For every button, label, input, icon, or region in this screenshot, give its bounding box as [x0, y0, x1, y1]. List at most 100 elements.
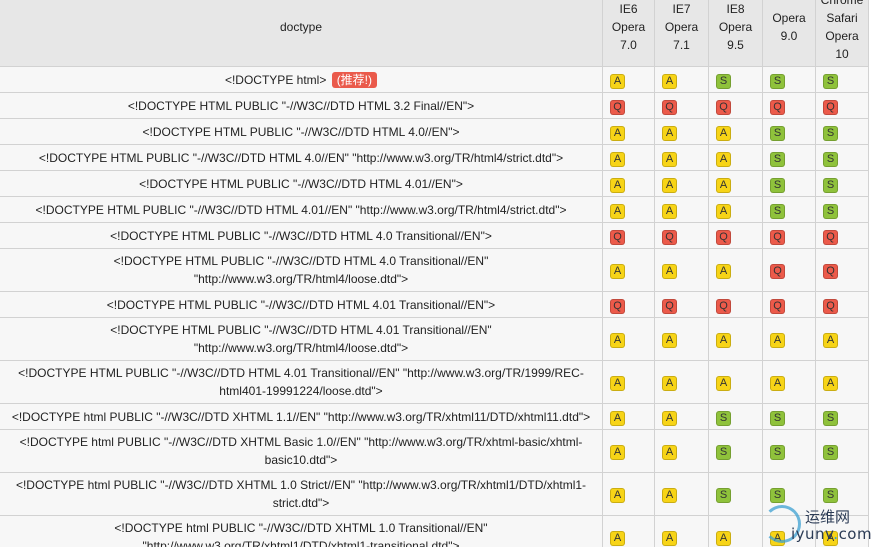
browser-column-header: Opera 9.0 — [762, 0, 816, 67]
mode-cell: A — [654, 170, 709, 197]
mode-cell: A — [762, 317, 816, 361]
mode-cell: A — [708, 248, 763, 292]
mode-cell: A — [602, 429, 655, 473]
doctype-text: <!DOCTYPE HTML PUBLIC "-//W3C//DTD HTML … — [127, 98, 475, 113]
mode-badge-s: S — [823, 445, 838, 460]
mode-cell: Q — [815, 248, 869, 292]
browser-top-label: IE8 — [726, 1, 745, 16]
doctype-cell: <!DOCTYPE HTML PUBLIC "-//W3C//DTD HTML … — [0, 196, 603, 223]
table-body: <!DOCTYPE html> (推荐!) A A S S S <!DOCTYPE HTML… — [0, 66, 869, 547]
mode-badge-s: S — [823, 488, 838, 503]
doctype-text: <!DOCTYPE html PUBLIC "-//W3C//DTD XHTML… — [11, 409, 591, 424]
mode-cell: A — [602, 196, 655, 223]
doctype-text-line: "http://www.w3.org/TR/html4/loose.dtd"> — [193, 272, 409, 286]
watermark-title: 运维网 — [805, 508, 851, 526]
mode-cell: S — [815, 66, 869, 93]
doctype-column-header: doctype — [0, 0, 603, 67]
doctype-text: <!DOCTYPE html> — [224, 72, 327, 87]
table-row: <!DOCTYPE HTML PUBLIC "-//W3C//DTD HTML … — [0, 248, 869, 292]
mode-cell: A — [654, 248, 709, 292]
mode-badge-s: S — [823, 151, 838, 167]
mode-cell: A — [602, 472, 655, 516]
doctype-cell: <!DOCTYPE html PUBLIC "-//W3C//DTD XHTML… — [0, 515, 603, 547]
mode-cell: A — [708, 317, 763, 361]
mode-badge-a: A — [662, 531, 677, 546]
doctype-text-line: "http://www.w3.org/TR/xhtml1/DTD/xhtml1-… — [142, 539, 460, 547]
mode-cell: A — [708, 360, 763, 404]
mode-cell: A — [602, 170, 655, 197]
mode-badge-a: A — [662, 410, 677, 426]
mode-badge-s: S — [716, 73, 731, 89]
browser-line1: Opera — [772, 10, 806, 25]
mode-cell: Q — [762, 222, 816, 249]
mode-badge-q: Q — [770, 229, 785, 245]
mode-badge-s: S — [770, 445, 785, 460]
browser-column-header: IE6 Opera 7.0 — [602, 0, 655, 67]
mode-cell: A — [654, 144, 709, 171]
doctype-text-line: <!DOCTYPE HTML PUBLIC "-//W3C//DTD HTML … — [18, 366, 584, 380]
mode-badge-q: Q — [662, 229, 677, 245]
mode-cell: A — [654, 403, 709, 430]
mode-cell: Q — [602, 92, 655, 119]
mode-badge-q: Q — [770, 298, 785, 314]
table-row: <!DOCTYPE html PUBLIC "-//W3C//DTD XHTML… — [0, 403, 869, 430]
table-row: <!DOCTYPE HTML PUBLIC "-//W3C//DTD HTML … — [0, 360, 869, 404]
header-row: doctype IE6 Opera 7.0 IE7 Opera 7.1 IE8 … — [0, 0, 869, 67]
mode-cell: A — [708, 196, 763, 223]
mode-badge-q: Q — [823, 298, 838, 314]
browser-top-label: IE6 — [619, 1, 638, 16]
mode-badge-s: S — [770, 488, 785, 503]
browser-column-header: Chrome Safari Opera 10 — [815, 0, 869, 67]
mode-badge-a: A — [662, 151, 677, 167]
mode-cell: Q — [654, 291, 709, 318]
browser-top-label: Chrome — [816, 0, 868, 9]
mode-cell: S — [762, 403, 816, 430]
mode-cell: A — [708, 144, 763, 171]
mode-badge-a: A — [610, 410, 625, 426]
mode-badge-q: Q — [716, 229, 731, 245]
mode-badge-s: S — [770, 151, 785, 167]
doctype-text-line: "http://www.w3.org/TR/html4/loose.dtd"> — [193, 341, 409, 355]
mode-cell: Q — [708, 222, 763, 249]
doctype-cell: <!DOCTYPE html PUBLIC "-//W3C//DTD XHTML… — [0, 403, 603, 430]
doctype-compat-page: doctype IE6 Opera 7.0 IE7 Opera 7.1 IE8 … — [0, 0, 877, 547]
mode-cell: Q — [762, 248, 816, 292]
watermark-domain: iyunv.com — [791, 525, 872, 543]
mode-cell: A — [762, 360, 816, 404]
mode-cell: A — [602, 248, 655, 292]
mode-cell: A — [602, 317, 655, 361]
mode-badge-s: S — [823, 410, 838, 426]
browser-line1: Opera — [718, 19, 753, 34]
mode-cell: S — [762, 196, 816, 223]
browser-line2: 9.0 — [780, 28, 798, 43]
mode-cell: S — [762, 144, 816, 171]
browser-line2: 9.5 — [727, 37, 744, 52]
doctype-text: <!DOCTYPE HTML PUBLIC "-//W3C//DTD HTML … — [142, 124, 460, 139]
mode-badge-s: S — [823, 177, 838, 193]
mode-badge-a: A — [610, 264, 625, 279]
mode-badge-a: A — [610, 531, 625, 546]
mode-cell: Q — [815, 92, 869, 119]
doctype-cell: <!DOCTYPE HTML PUBLIC "-//W3C//DTD HTML … — [0, 360, 603, 404]
browser-line1: Safari — [826, 10, 858, 25]
mode-badge-a: A — [662, 73, 677, 89]
mode-badge-s: S — [823, 203, 838, 219]
mode-badge-s: S — [770, 203, 785, 219]
mode-cell: Q — [654, 92, 709, 119]
table-row: <!DOCTYPE html> (推荐!) A A S S S — [0, 66, 869, 93]
table-row: <!DOCTYPE html PUBLIC "-//W3C//DTD XHTML… — [0, 472, 869, 516]
mode-badge-q: Q — [770, 264, 785, 279]
mode-cell: A — [815, 360, 869, 404]
mode-badge-q: Q — [823, 264, 838, 279]
mode-cell: A — [654, 196, 709, 223]
mode-cell: S — [708, 403, 763, 430]
table-row: <!DOCTYPE HTML PUBLIC "-//W3C//DTD HTML … — [0, 92, 869, 119]
mode-badge-a: A — [610, 488, 625, 503]
table-row: <!DOCTYPE html PUBLIC "-//W3C//DTD XHTML… — [0, 515, 869, 547]
mode-badge-q: Q — [716, 298, 731, 314]
mode-badge-a: A — [716, 376, 731, 391]
mode-badge-a: A — [662, 488, 677, 503]
table-row: <!DOCTYPE HTML PUBLIC "-//W3C//DTD HTML … — [0, 291, 869, 318]
mode-cell: A — [654, 317, 709, 361]
mode-badge-a: A — [610, 151, 625, 167]
